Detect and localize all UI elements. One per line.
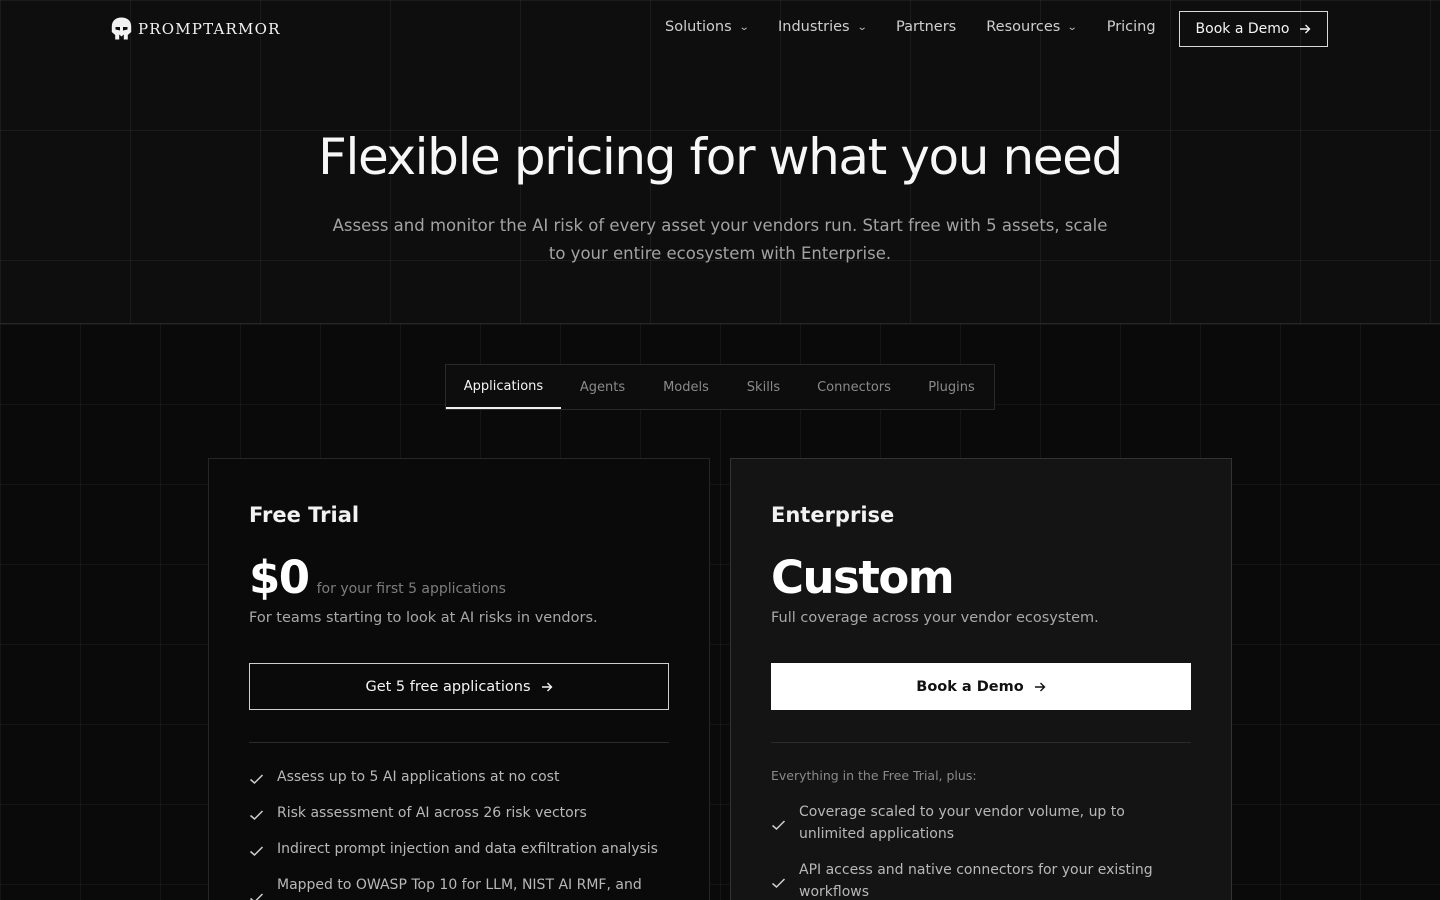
check-icon [772, 820, 786, 831]
tab-models[interactable]: Models [644, 365, 728, 409]
chevron-down-icon: ⌄ [1067, 21, 1078, 33]
list-item: Coverage scaled to your vendor volume, u… [771, 801, 1191, 845]
list-item: Indirect prompt injection and data exfil… [249, 838, 669, 860]
feature-list: Coverage scaled to your vendor volume, u… [771, 801, 1191, 900]
page-subtitle: Assess and monitor the AI risk of every … [332, 216, 1108, 263]
check-icon [250, 774, 264, 785]
book-demo-button[interactable]: Book a Demo [1179, 11, 1328, 47]
tab-connectors[interactable]: Connectors [799, 365, 909, 409]
nav-pricing-label: Pricing [1106, 19, 1156, 35]
list-item: Risk assessment of AI across 26 risk vec… [249, 802, 669, 824]
plan-description: For teams starting to look at AI risks i… [249, 610, 598, 626]
nav-solutions-label: Solutions [665, 19, 732, 35]
enterprise-card: Enterprise Custom Full coverage across y… [730, 458, 1232, 900]
arrow-right-icon [541, 682, 553, 691]
feature-list: Assess up to 5 AI applications at no cos… [249, 766, 669, 900]
check-icon [250, 846, 264, 857]
check-icon [772, 878, 786, 889]
nav-partners-label: Partners [895, 19, 957, 35]
nav-solutions[interactable]: Solutions ⌄ [665, 19, 750, 35]
feature-text: Mapped to OWASP Top 10 for LLM, NIST AI … [277, 877, 642, 900]
feature-text: Indirect prompt injection and data exfil… [277, 841, 658, 857]
get-free-applications-button[interactable]: Get 5 free applications [249, 663, 669, 710]
brand-logo[interactable]: PROMPTARMOR [111, 17, 281, 40]
list-item: Mapped to OWASP Top 10 for LLM, NIST AI … [249, 874, 669, 900]
asset-type-tabs: Applications Agents Models Skills Connec… [445, 364, 995, 410]
price-note: for your first 5 applications [316, 581, 506, 597]
chevron-down-icon: ⌄ [738, 21, 750, 33]
plan-name: Free Trial [249, 503, 360, 527]
page-title: Flexible pricing for what you need [318, 128, 1123, 186]
cta-label: Get 5 free applications [365, 678, 531, 695]
plan-description: Full coverage across your vendor ecosyst… [771, 610, 1099, 626]
divider [771, 742, 1191, 743]
feature-text: Coverage scaled to your vendor volume, u… [799, 804, 1125, 842]
arrow-right-icon [1300, 24, 1311, 34]
check-icon [250, 810, 264, 821]
nav-partners[interactable]: Partners [896, 19, 956, 35]
nav-resources-label: Resources [986, 19, 1061, 35]
cta-label: Book a Demo [916, 678, 1024, 695]
nav-pricing[interactable]: Pricing [1107, 19, 1156, 35]
feature-text: Assess up to 5 AI applications at no cos… [277, 769, 560, 785]
top-nav: PROMPTARMOR Solutions ⌄ Industries ⌄ Par… [0, 0, 1440, 60]
feature-text: API access and native connectors for you… [799, 862, 1153, 900]
plan-name: Enterprise [771, 503, 895, 527]
helmet-logo-icon [111, 17, 132, 40]
plan-price: Custom [771, 551, 955, 604]
nav-industries[interactable]: Industries ⌄ [778, 19, 868, 35]
list-item: Assess up to 5 AI applications at no cos… [249, 766, 669, 788]
free-trial-card: Free Trial $0 for your first 5 applicati… [208, 458, 710, 900]
tab-plugins[interactable]: Plugins [909, 365, 994, 409]
tab-applications[interactable]: Applications [446, 365, 561, 409]
tab-skills[interactable]: Skills [728, 365, 799, 409]
chevron-down-icon: ⌄ [856, 21, 868, 33]
price-row: Custom [771, 551, 955, 604]
brand-name: PROMPTARMOR [138, 19, 281, 38]
list-item: API access and native connectors for you… [771, 859, 1191, 900]
price-row: $0 for your first 5 applications [249, 551, 506, 604]
plan-price: $0 [249, 551, 310, 604]
nav-resources[interactable]: Resources ⌄ [986, 19, 1078, 35]
arrow-right-icon [1034, 682, 1046, 691]
nav-industries-label: Industries [778, 19, 850, 35]
check-icon [250, 893, 264, 900]
main-nav: Solutions ⌄ Industries ⌄ Partners Resour… [665, 19, 1186, 35]
divider [249, 742, 669, 743]
feature-text: Risk assessment of AI across 26 risk vec… [277, 805, 587, 821]
book-demo-card-button[interactable]: Book a Demo [771, 663, 1191, 710]
plus-note: Everything in the Free Trial, plus: [771, 768, 977, 783]
tab-agents[interactable]: Agents [561, 365, 644, 409]
book-demo-label: Book a Demo [1195, 21, 1290, 37]
